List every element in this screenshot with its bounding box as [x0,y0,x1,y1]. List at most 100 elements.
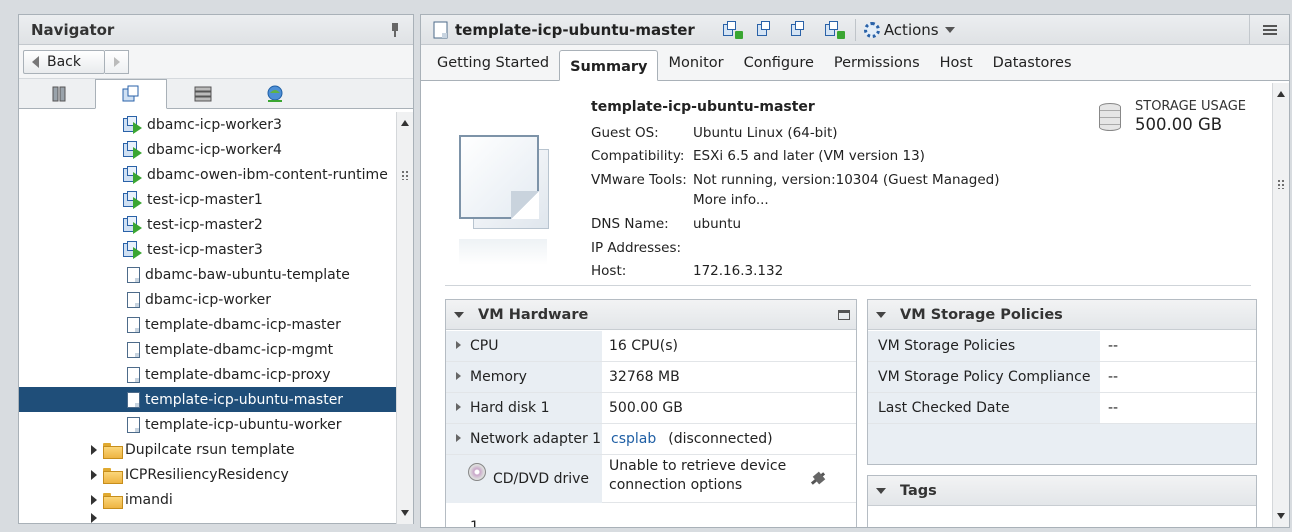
pin-icon[interactable] [389,22,401,37]
tab-permissions[interactable]: Permissions [824,48,930,78]
tab-monitor[interactable]: Monitor [658,48,733,78]
expand-arrow-icon[interactable] [91,444,97,455]
connect-plug-icon[interactable] [808,469,830,487]
tree-item-label: template-icp-ubuntu-worker [145,416,342,433]
hardware-row-value-cell: 500.00 GB [609,393,683,423]
tags-header[interactable]: Tags [868,476,1256,506]
vm-hardware-header[interactable]: VM Hardware [446,300,856,330]
tree-item[interactable]: template-icp-ubuntu-master [19,387,397,412]
summary-vm-name: template-icp-ubuntu-master [591,99,815,115]
hardware-row-label: CD/DVD drive 1 [470,471,590,527]
tree-item[interactable]: Dupilcate rsun template [19,437,397,462]
tab-hosts-clusters[interactable] [23,80,95,108]
scroll-up-icon[interactable] [401,120,409,126]
expand-arrow-icon[interactable] [456,341,461,349]
hardware-row[interactable]: Memory 32768 MB [446,362,856,393]
hardware-row-value: 16 CPU(s) [609,338,678,354]
scroll-down-icon[interactable] [1277,513,1285,519]
summary-row-link[interactable]: More info... [693,192,769,208]
hardware-row[interactable]: CPU 16 CPU(s) [446,331,856,362]
hardware-row-label-cell: CPU [446,331,602,361]
expand-arrow-icon[interactable] [456,372,461,380]
tree-item[interactable]: ICPResiliencyResidency [19,462,397,487]
tree-item[interactable]: template-icp-ubuntu-worker [19,412,397,437]
object-header: template-icp-ubuntu-master Actions [421,14,1289,45]
tree-item[interactable]: test-icp-master2 [19,212,397,237]
scroll-up-icon[interactable] [1277,91,1285,97]
vm-template-icon [127,316,141,333]
tree-item[interactable]: dbamc-icp-worker4 [19,137,397,162]
tree-item[interactable]: template-dbamc-icp-master [19,312,397,337]
panel-menu-button[interactable] [1249,14,1289,45]
tree-item[interactable]: dbamc-icp-worker [19,287,397,312]
gear-icon [863,21,880,38]
tree-item[interactable]: test-icp-master3 [19,237,397,262]
tab-networking[interactable] [239,80,311,108]
tree-item[interactable]: dbamc-icp-worker3 [19,112,397,137]
summary-row-value: ESXi 6.5 and later (VM version 13) [693,148,925,164]
toolbar-divider [854,18,856,41]
expand-arrow-icon[interactable] [456,403,461,411]
vm-storage-policies-header[interactable]: VM Storage Policies [868,300,1256,330]
inventory-tree: dbamc-icp-worker3 dbamc-icp-worker4 dbamc-… [19,112,397,524]
collapse-icon[interactable] [876,487,886,494]
scroll-grip-icon[interactable] [1277,179,1285,189]
vm-hardware-portlet: VM Hardware CPU 16 CPU(s) Memory 32768 MB Ha… [445,299,857,527]
tree-item-label: template-dbamc-icp-mgmt [145,341,334,358]
summary-row-value: Not running, version:10304 (Guest Manage… [693,172,1000,188]
tree-item[interactable]: test-icp-master1 [19,187,397,212]
forward-button[interactable] [105,49,129,74]
storage-policy-label: VM Storage Policies [868,331,1100,361]
collapse-icon[interactable] [876,311,886,318]
hardware-row[interactable]: Hard disk 1 500.00 GB [446,393,856,424]
tree-item[interactable]: template-dbamc-icp-proxy [19,362,397,387]
tree-item[interactable] [19,512,397,524]
new-vm-from-template-icon[interactable] [823,20,845,40]
expand-arrow-icon[interactable] [91,469,97,480]
tab-datastores[interactable]: Datastores [983,48,1082,78]
tree-item-label: test-icp-master1 [147,191,263,208]
summary-row-link[interactable]: 172.16.3.132 [693,263,783,279]
expand-arrow-icon[interactable] [91,494,97,505]
object-tabs: Getting Started Summary Monitor Configure Pe… [421,45,1289,81]
convert-to-vm-icon[interactable] [721,20,743,40]
clone-template-icon[interactable] [755,20,777,40]
tree-item-label: dbamc-baw-ubuntu-template [145,266,350,283]
network-icon [267,85,283,102]
cd-dvd-icon [468,463,486,481]
hardware-row[interactable]: CD/DVD drive 1 Unable to retrieve device c… [446,455,856,527]
tab-storage[interactable] [167,80,239,108]
tab-summary[interactable]: Summary [559,50,659,81]
back-button[interactable]: Back [23,49,105,74]
storage-usage-value: 500.00 GB [1135,115,1223,134]
summary-scrollbar[interactable] [1272,83,1289,527]
navigator-scrollbar[interactable] [396,112,413,524]
expand-arrow-icon[interactable] [456,434,461,442]
hardware-row-label: Network adapter 1 [470,431,602,447]
hardware-row-label: Hard disk 1 [470,400,550,416]
actions-menu[interactable]: Actions [863,21,955,39]
navigator-tabs [19,79,413,109]
summary-row-label: IP Addresses: [591,240,682,256]
deploy-vm-icon[interactable] [789,20,811,40]
tree-item[interactable]: dbamc-owen-ibm-content-runtime [19,162,397,187]
tree-item[interactable]: dbamc-baw-ubuntu-template [19,262,397,287]
expand-arrow-icon[interactable] [91,513,97,523]
storage-policy-row: VM Storage Policy Compliance -- [868,362,1256,393]
tab-configure[interactable]: Configure [734,48,824,78]
tree-item[interactable]: template-dbamc-icp-mgmt [19,337,397,362]
tab-host[interactable]: Host [930,48,983,78]
maximize-icon[interactable] [838,309,850,320]
hardware-row-label-cell: Memory [446,362,602,392]
storage-policy-label: VM Storage Policy Compliance [868,362,1100,392]
navigator-history-bar: Back [19,45,413,79]
tab-vms-templates[interactable] [95,79,167,109]
tab-getting-started[interactable]: Getting Started [427,48,559,78]
scroll-down-icon[interactable] [401,510,409,516]
hardware-row[interactable]: Network adapter 1 csplab (disconnected) [446,424,856,455]
network-link[interactable]: csplab [611,431,656,447]
object-title: template-icp-ubuntu-master [455,20,695,39]
scroll-grip-icon[interactable] [401,170,409,180]
collapse-icon[interactable] [454,311,464,318]
tree-item[interactable]: imandi [19,487,397,512]
